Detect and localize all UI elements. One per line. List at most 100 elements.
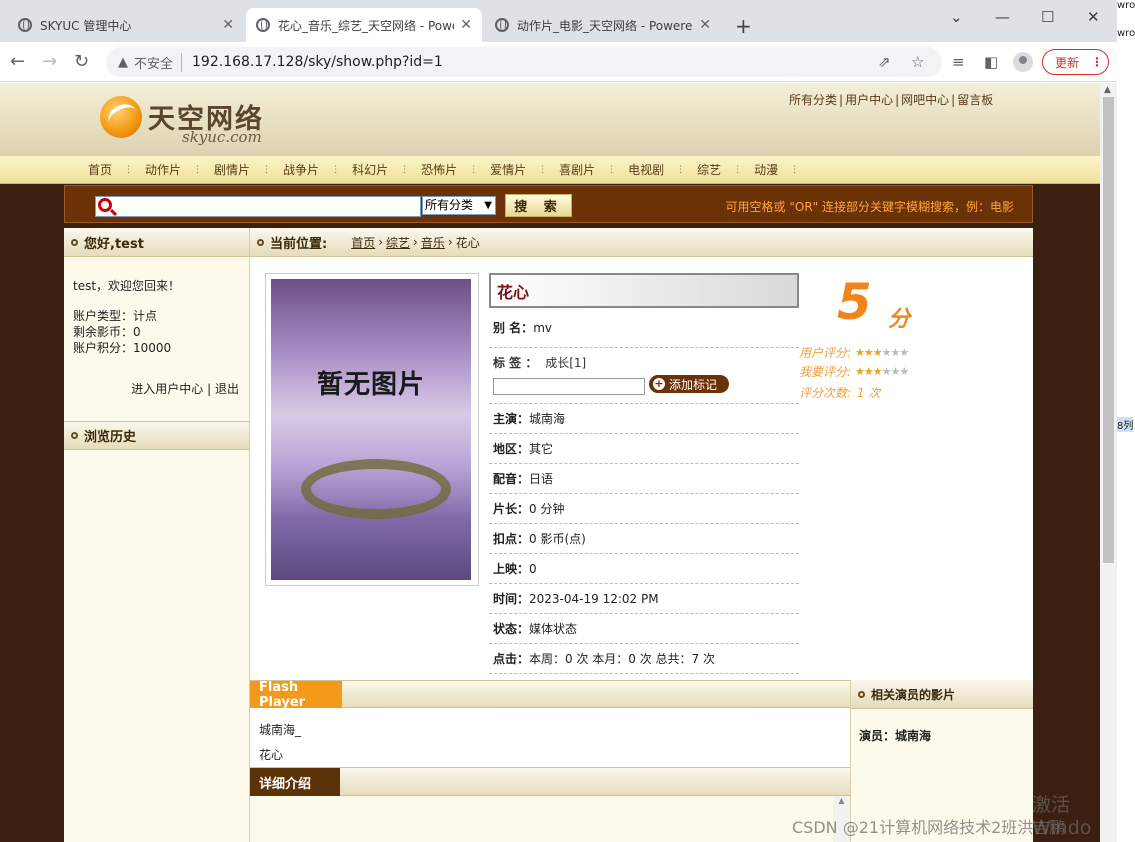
address-bar[interactable]: ▲ 不安全 192.168.17.128/sky/show.php?id=1 ⇗…	[106, 47, 942, 77]
info-row: 上映： 0	[489, 554, 799, 584]
link-user-center[interactable]: 用户中心	[845, 93, 893, 107]
info-row: 状态： 媒体状态	[489, 614, 799, 644]
url-text[interactable]: 192.168.17.128/sky/show.php?id=1	[192, 54, 443, 70]
menu-item-variety[interactable]: 综艺	[697, 161, 721, 178]
user-rating: 用户评分: ★★★★★★	[799, 344, 909, 361]
greeting-text: 您好,test	[84, 236, 144, 252]
search-input[interactable]	[95, 196, 421, 217]
search-icon	[98, 198, 112, 212]
minimize-button[interactable]: —	[995, 8, 1010, 26]
info-row: 主演： 城南海	[489, 404, 799, 434]
menu-item-action[interactable]: 动作片	[145, 161, 181, 178]
menu-item-anime[interactable]: 动漫	[754, 161, 778, 178]
link-netbar-center[interactable]: 网吧中心	[901, 93, 949, 107]
play-item[interactable]: 城南海_	[259, 718, 850, 743]
reading-list-icon[interactable]: ≡	[952, 53, 965, 71]
tab-title: SKYUC 管理中心	[40, 18, 132, 33]
breadcrumb-home[interactable]: 首页	[351, 234, 375, 251]
info-label: 点击：	[493, 652, 530, 666]
info-value: 媒体状态	[529, 622, 578, 636]
plus-icon: +	[653, 377, 665, 390]
maximize-button[interactable]: ☐	[1041, 8, 1054, 26]
star-empty-icon: ★	[881, 346, 892, 359]
category-select[interactable]: 所有分类 ▼	[422, 196, 496, 215]
menu-dots-icon[interactable]: ⋮	[1091, 55, 1103, 69]
tag-input[interactable]	[493, 378, 645, 395]
star-filled-icon[interactable]: ★	[864, 365, 874, 378]
new-tab-button[interactable]: +	[735, 14, 752, 38]
left-sidebar: 您好,test test，欢迎您回来！ 账户类型：计点 剩余影币：0 账户积分：…	[64, 228, 250, 842]
info-value: 0 分钟	[529, 502, 565, 516]
update-button[interactable]: 更新 ⋮	[1042, 49, 1109, 75]
bullet-icon	[71, 238, 78, 246]
breadcrumb-label: 当前位置:	[270, 236, 328, 252]
tag-value[interactable]: 成长[1]	[545, 356, 586, 370]
my-rating-stars[interactable]: ★★★★★★	[855, 365, 909, 378]
update-label: 更新	[1055, 55, 1080, 70]
tab-current-page[interactable]: 花心_音乐_综艺_天空网络 - Powe ✕	[246, 8, 482, 42]
menu-item-scifi[interactable]: 科幻片	[352, 161, 388, 178]
tab-search-icon[interactable]: ⌄	[950, 8, 963, 26]
add-tag-button[interactable]: + 添加标记	[649, 375, 729, 393]
profile-avatar[interactable]	[1013, 52, 1033, 72]
info-label: 片长：	[493, 502, 530, 516]
menu-item-drama[interactable]: 剧情片	[214, 161, 250, 178]
breadcrumb-variety[interactable]: 综艺	[386, 234, 410, 251]
globe-icon	[18, 18, 32, 32]
link-all-categories[interactable]: 所有分类	[789, 93, 837, 107]
share-icon[interactable]: ⇗	[878, 53, 891, 71]
menu-item-horror[interactable]: 恐怖片	[421, 161, 457, 178]
menu-item-comedy[interactable]: 喜剧片	[559, 161, 595, 178]
tab-skyuc-admin[interactable]: SKYUC 管理中心 ✕	[8, 8, 244, 42]
welcome-text: test，欢迎您回来！	[73, 279, 181, 293]
breadcrumb-music[interactable]: 音乐	[421, 234, 445, 251]
warning-triangle-icon[interactable]: ▲	[118, 55, 128, 70]
info-label: 配音：	[493, 472, 530, 486]
reload-icon[interactable]: ↻	[74, 51, 89, 72]
user-rating-label: 用户评分:	[799, 346, 852, 360]
scroll-up-icon[interactable]: ▲	[1104, 85, 1111, 95]
forward-arrow-icon[interactable]: →	[42, 51, 57, 72]
search-button[interactable]: 搜 索	[505, 194, 572, 217]
bookmark-star-icon[interactable]: ☆	[911, 53, 924, 71]
info-label: 时间：	[493, 592, 530, 606]
tab-action-movies[interactable]: 动作片_电影_天空网络 - Powered ✕	[485, 8, 721, 42]
info-row: 扣点： 0 影币(点)	[489, 524, 799, 554]
remaining-coins: 剩余影币：0	[73, 325, 141, 339]
bullet-icon	[858, 690, 865, 698]
page-scrollbar[interactable]: ▲	[1100, 83, 1117, 842]
menu-item-romance[interactable]: 爱情片	[490, 161, 526, 178]
close-tab-icon[interactable]: ✕	[460, 17, 472, 33]
greeting-title: 您好,test	[64, 228, 249, 257]
close-tab-icon[interactable]: ✕	[222, 17, 234, 33]
logout-link[interactable]: 退出	[215, 382, 239, 396]
close-tab-icon[interactable]: ✕	[699, 17, 711, 33]
close-window-button[interactable]: ✕	[1087, 8, 1100, 26]
actor-line[interactable]: 演员：城南海	[851, 709, 1033, 744]
star-filled-icon[interactable]: ★	[855, 365, 865, 378]
menu-item-home[interactable]: 首页	[88, 161, 112, 178]
edge-text: wro	[1117, 0, 1135, 11]
menu-item-war[interactable]: 战争片	[283, 161, 319, 178]
menu-item-tv[interactable]: 电视剧	[628, 161, 664, 178]
info-value[interactable]: 城南海	[529, 410, 565, 427]
add-tag-label: 添加标记	[669, 377, 718, 392]
no-image-text: 暂无图片	[316, 370, 425, 400]
star-empty-icon[interactable]: ★	[899, 365, 909, 378]
flash-play-list: 城南海_ 花心	[250, 708, 850, 767]
main-panel: 当前位置: 首页 › 综艺 › 音乐 › 花心 暂无图片 花心 别 名： mv 标 签 …	[250, 228, 1033, 842]
back-arrow-icon[interactable]: ←	[10, 51, 25, 72]
info-value: 本周：0 次 本月：0 次 总共：7 次	[529, 652, 715, 666]
detail-tab[interactable]: 详细介绍	[250, 768, 340, 796]
play-item[interactable]: 花心	[259, 743, 850, 768]
scrollbar-thumb[interactable]	[1103, 97, 1114, 563]
side-panel-icon[interactable]: ◧	[984, 53, 998, 71]
star-empty-icon[interactable]: ★	[882, 365, 892, 378]
link-guestbook[interactable]: 留言板	[957, 93, 993, 107]
star-filled-icon[interactable]: ★	[873, 365, 883, 378]
star-filled-icon: ★	[863, 346, 874, 359]
user-center-link[interactable]: 进入用户中心	[131, 382, 203, 396]
info-value: 其它	[529, 442, 554, 456]
flash-player-tab[interactable]: Flash Player	[250, 680, 342, 710]
security-label[interactable]: 不安全	[134, 52, 183, 72]
